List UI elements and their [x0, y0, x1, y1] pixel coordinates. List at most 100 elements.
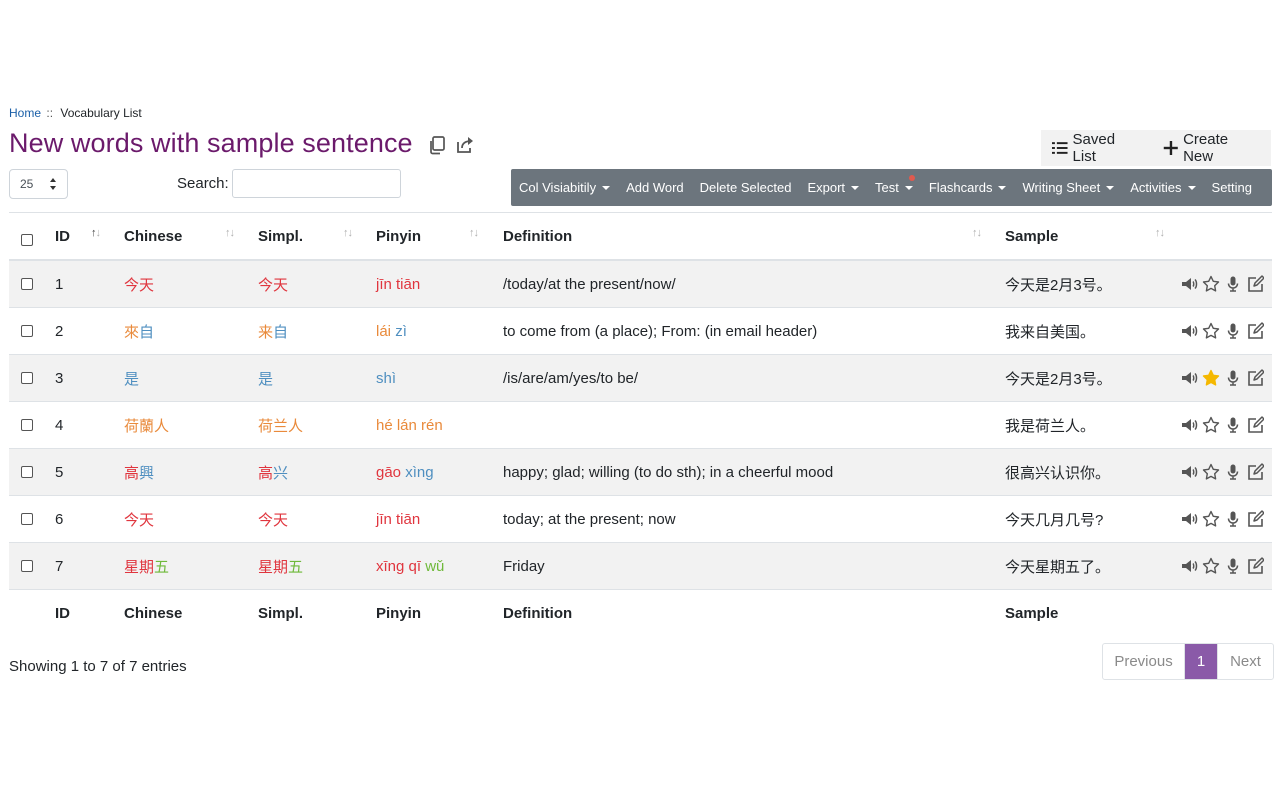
- row-checkbox[interactable]: [21, 278, 33, 290]
- row-sample: 今天是2月3号。: [1005, 370, 1112, 388]
- star-icon[interactable]: [1202, 463, 1220, 481]
- saved-list-label: Saved List: [1072, 131, 1116, 165]
- writing-sheet-button[interactable]: Writing Sheet: [1014, 169, 1122, 206]
- row-checkbox[interactable]: [21, 325, 33, 337]
- row-definition: today; at the present; now: [503, 510, 676, 528]
- sort-icon[interactable]: ↑↓: [469, 227, 479, 239]
- add-word-button[interactable]: Add Word: [618, 169, 692, 206]
- sort-icon[interactable]: ↑↓: [91, 227, 101, 239]
- edit-icon[interactable]: [1246, 275, 1264, 293]
- notification-dot: [908, 175, 915, 181]
- edit-icon[interactable]: [1246, 369, 1264, 387]
- delete-selected-button[interactable]: Delete Selected: [692, 169, 800, 206]
- column-header-simpl[interactable]: Simpl.: [258, 213, 303, 259]
- column-header-sample[interactable]: Sample: [1005, 213, 1058, 259]
- row-checkbox[interactable]: [21, 560, 33, 572]
- edit-icon[interactable]: [1246, 510, 1264, 528]
- star-icon[interactable]: [1202, 369, 1220, 387]
- saved-bar: Saved List Create New: [1041, 130, 1271, 166]
- speaker-icon[interactable]: [1180, 463, 1198, 481]
- row-simpl: 高兴: [258, 449, 288, 495]
- microphone-icon[interactable]: [1224, 322, 1242, 340]
- column-header-id[interactable]: ID: [55, 213, 70, 259]
- microphone-icon[interactable]: [1224, 557, 1242, 575]
- row-chinese: 星期五: [124, 543, 169, 589]
- table-row: 1 今天 今天 jīn tiān/today/at the present/now/今…: [9, 261, 1272, 308]
- row-pinyin-segment: jīn tiān: [376, 510, 421, 528]
- saved-list-button[interactable]: Saved List: [1041, 130, 1152, 166]
- sort-icon[interactable]: ↑↓: [343, 227, 353, 239]
- speaker-icon[interactable]: [1180, 557, 1198, 575]
- row-chinese-segment: 五: [154, 558, 170, 576]
- activities-label: Activities: [1130, 180, 1182, 195]
- create-new-button[interactable]: Create New: [1152, 130, 1271, 166]
- col-visibility-button[interactable]: Col Visiabitily: [511, 169, 618, 206]
- export-button[interactable]: Export: [799, 169, 867, 206]
- row-simpl-segment: 今天: [258, 511, 289, 529]
- row-checkbox[interactable]: [21, 372, 33, 384]
- row-simpl-segment: 兴: [273, 464, 289, 482]
- activities-button[interactable]: Activities: [1122, 169, 1203, 206]
- microphone-icon[interactable]: [1224, 369, 1242, 387]
- microphone-icon[interactable]: [1224, 416, 1242, 434]
- column-header-definition[interactable]: Definition: [503, 213, 572, 259]
- flashcards-button[interactable]: Flashcards: [921, 169, 1015, 206]
- page-length-select[interactable]: 25: [9, 169, 68, 199]
- star-icon[interactable]: [1202, 416, 1220, 434]
- table-header-row: ID ↑↓ Chinese ↑↓ Simpl. ↑↓ Pinyin ↑↓ Def…: [9, 213, 1272, 261]
- row-select-cell: [21, 449, 33, 495]
- speaker-icon[interactable]: [1180, 275, 1198, 293]
- column-header-chinese[interactable]: Chinese: [124, 213, 182, 259]
- sort-icon[interactable]: ↑↓: [972, 227, 982, 239]
- share-icon[interactable]: [455, 135, 475, 160]
- row-chinese: 今天: [124, 261, 154, 307]
- select-all-checkbox[interactable]: [21, 234, 33, 246]
- microphone-icon[interactable]: [1224, 510, 1242, 528]
- row-sample: 我是荷兰人。: [1005, 417, 1096, 435]
- sort-icon[interactable]: ↑↓: [225, 227, 235, 239]
- col-visibility-label: Col Visiabitily: [519, 180, 597, 195]
- caret-down-icon: [1106, 185, 1115, 190]
- row-chinese: 是: [124, 355, 139, 401]
- breadcrumb-home-link[interactable]: Home: [9, 106, 41, 120]
- star-icon[interactable]: [1202, 275, 1220, 293]
- row-checkbox[interactable]: [21, 513, 33, 525]
- footer-header-pinyin: Pinyin: [376, 605, 422, 622]
- microphone-icon[interactable]: [1224, 463, 1242, 481]
- star-icon[interactable]: [1202, 557, 1220, 575]
- column-header-pinyin[interactable]: Pinyin: [376, 213, 421, 259]
- test-label: Test: [875, 180, 899, 195]
- row-sample: 今天是2月3号。: [1005, 276, 1112, 294]
- speaker-icon[interactable]: [1180, 416, 1198, 434]
- sort-arrows-icon: [50, 178, 56, 190]
- setting-button[interactable]: Setting: [1204, 169, 1260, 206]
- row-select-cell: [21, 355, 33, 401]
- create-new-label: Create New: [1183, 131, 1229, 165]
- edit-icon[interactable]: [1246, 463, 1264, 481]
- row-pinyin: gāo xìng: [376, 449, 434, 495]
- star-icon[interactable]: [1202, 322, 1220, 340]
- row-checkbox[interactable]: [21, 466, 33, 478]
- speaker-icon[interactable]: [1180, 322, 1198, 340]
- edit-icon[interactable]: [1246, 322, 1264, 340]
- flashcards-label: Flashcards: [928, 180, 993, 195]
- row-pinyin-segment: jīn tiān: [376, 275, 421, 293]
- microphone-icon[interactable]: [1224, 275, 1242, 293]
- row-definition: /today/at the present/now/: [503, 275, 676, 293]
- speaker-icon[interactable]: [1180, 369, 1198, 387]
- search-input[interactable]: [232, 169, 401, 198]
- sort-icon[interactable]: ↑↓: [1155, 227, 1165, 239]
- previous-page-button[interactable]: Previous: [1103, 644, 1185, 679]
- add-word-label: Add Word: [626, 180, 684, 195]
- copy-icon[interactable]: [427, 135, 447, 160]
- edit-icon[interactable]: [1246, 416, 1264, 434]
- row-checkbox[interactable]: [21, 419, 33, 431]
- row-chinese-segment: 今天: [124, 276, 155, 294]
- speaker-icon[interactable]: [1180, 510, 1198, 528]
- edit-icon[interactable]: [1246, 557, 1264, 575]
- list-icon: [1052, 142, 1068, 154]
- page-1-button[interactable]: 1: [1185, 644, 1217, 679]
- star-icon[interactable]: [1202, 510, 1220, 528]
- next-page-button[interactable]: Next: [1217, 644, 1273, 679]
- test-button[interactable]: Test: [867, 169, 921, 206]
